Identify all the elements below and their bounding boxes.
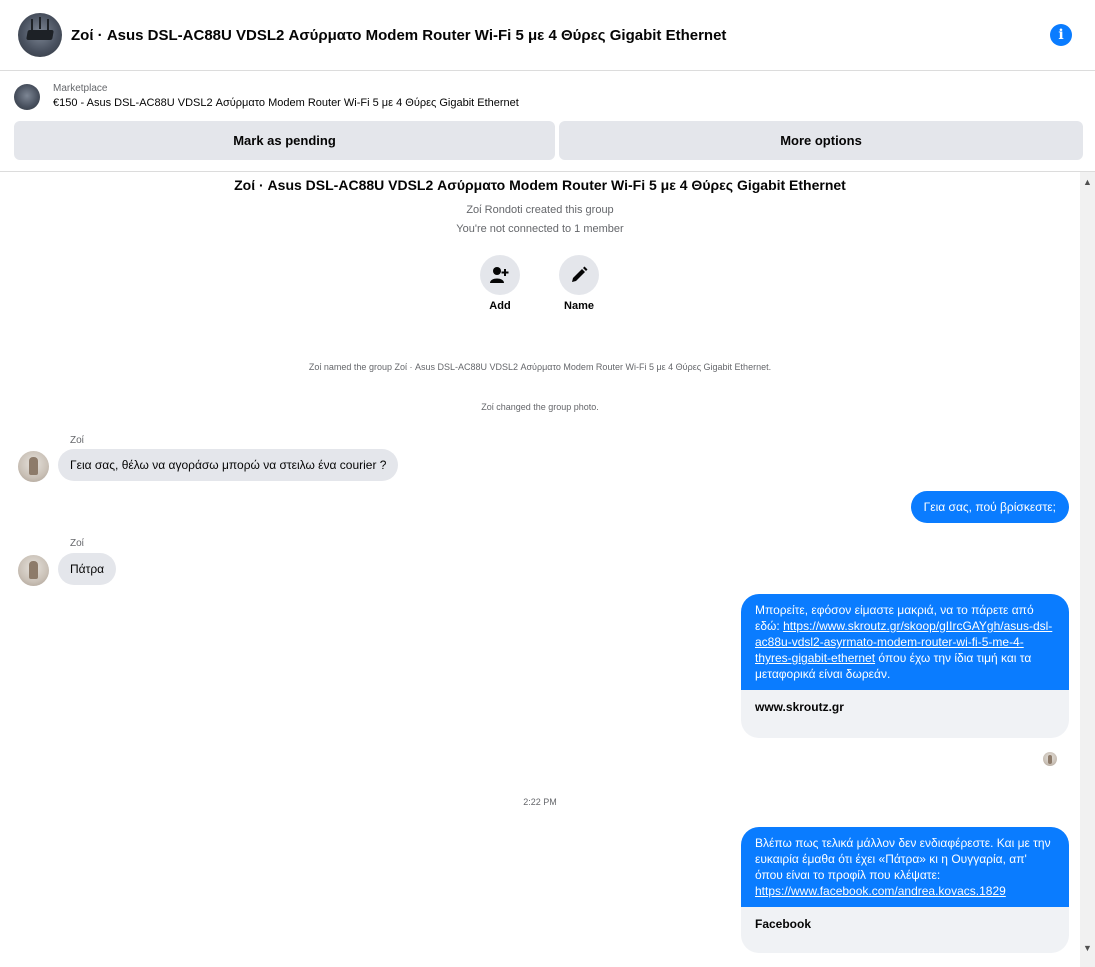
seen-indicator-avatar: [1043, 752, 1057, 766]
outgoing-link-message[interactable]: Βλέπω πως τελικά μάλλον δεν ενδιαφέρεστε…: [741, 827, 1069, 953]
add-member-action[interactable]: Add: [470, 255, 530, 312]
sender-name: Zοί: [70, 435, 84, 446]
marketplace-bar: Marketplace €150 - Asus DSL-AC88U VDSL2 …: [0, 71, 1095, 172]
marketplace-label: Marketplace: [53, 83, 108, 94]
outgoing-message[interactable]: Γεια σας, πού βρίσκεστε;: [910, 491, 1069, 523]
link-preview[interactable]: Facebook: [741, 907, 1069, 953]
messenger-window: Zοί · Asus DSL-AC88U VDSL2 Ασύρματο Mode…: [0, 0, 1095, 967]
connection-text: You're not connected to 1 member: [456, 223, 624, 235]
conversation-title[interactable]: Zοί · Asus DSL-AC88U VDSL2 Ασύρματο Mode…: [71, 27, 726, 44]
message-text: Μπορείτε, εφόσον είμαστε μακριά, να το π…: [741, 594, 1069, 690]
info-icon[interactable]: i: [1050, 24, 1072, 46]
sender-avatar[interactable]: [18, 555, 49, 586]
listing-title[interactable]: €150 - Asus DSL-AC88U VDSL2 Ασύρματο Mod…: [53, 97, 519, 109]
listing-thumbnail[interactable]: [14, 84, 40, 110]
link-preview[interactable]: www.skroutz.gr: [741, 690, 1069, 738]
system-message-renamed: Zοί named the group Zοί · Asus DSL-AC88U…: [308, 362, 772, 372]
message-thread[interactable]: Zοί · Asus DSL-AC88U VDSL2 Ασύρματο Mode…: [0, 172, 1080, 967]
outgoing-link-message[interactable]: Μπορείτε, εφόσον είμαστε μακριά, να το π…: [741, 594, 1069, 738]
group-avatar[interactable]: [18, 13, 62, 57]
more-options-button[interactable]: More options: [559, 121, 1083, 160]
name-label: Name: [564, 300, 594, 312]
pencil-icon[interactable]: [559, 255, 599, 295]
add-label: Add: [489, 300, 511, 312]
conversation-header: Zοί · Asus DSL-AC88U VDSL2 Ασύρματο Mode…: [0, 0, 1095, 71]
timestamp: 2:22 PM: [523, 797, 557, 807]
created-by-text: Zοί Rondoti created this group: [466, 204, 614, 216]
scrollbar[interactable]: ▲ ▼: [1080, 172, 1095, 967]
sender-avatar[interactable]: [18, 451, 49, 482]
add-person-icon[interactable]: [480, 255, 520, 295]
facebook-link[interactable]: https://www.facebook.com/andrea.kovacs.1…: [755, 884, 1006, 898]
sender-name: Zοί: [70, 538, 84, 549]
mark-as-pending-button[interactable]: Mark as pending: [14, 121, 555, 160]
incoming-message[interactable]: Πάτρα: [58, 553, 117, 585]
group-intro-title: Zοί · Asus DSL-AC88U VDSL2 Ασύρματο Mode…: [234, 177, 846, 193]
system-message-photo: Zοί changed the group photo.: [481, 402, 599, 412]
message-text: Βλέπω πως τελικά μάλλον δεν ενδιαφέρεστε…: [741, 827, 1069, 907]
scroll-down-arrow-icon[interactable]: ▼: [1080, 940, 1095, 955]
scroll-up-arrow-icon[interactable]: ▲: [1080, 174, 1095, 189]
incoming-message[interactable]: Γεια σας, θέλω να αγοράσω μπορώ να στειλ…: [58, 449, 399, 481]
name-group-action[interactable]: Name: [549, 255, 609, 312]
